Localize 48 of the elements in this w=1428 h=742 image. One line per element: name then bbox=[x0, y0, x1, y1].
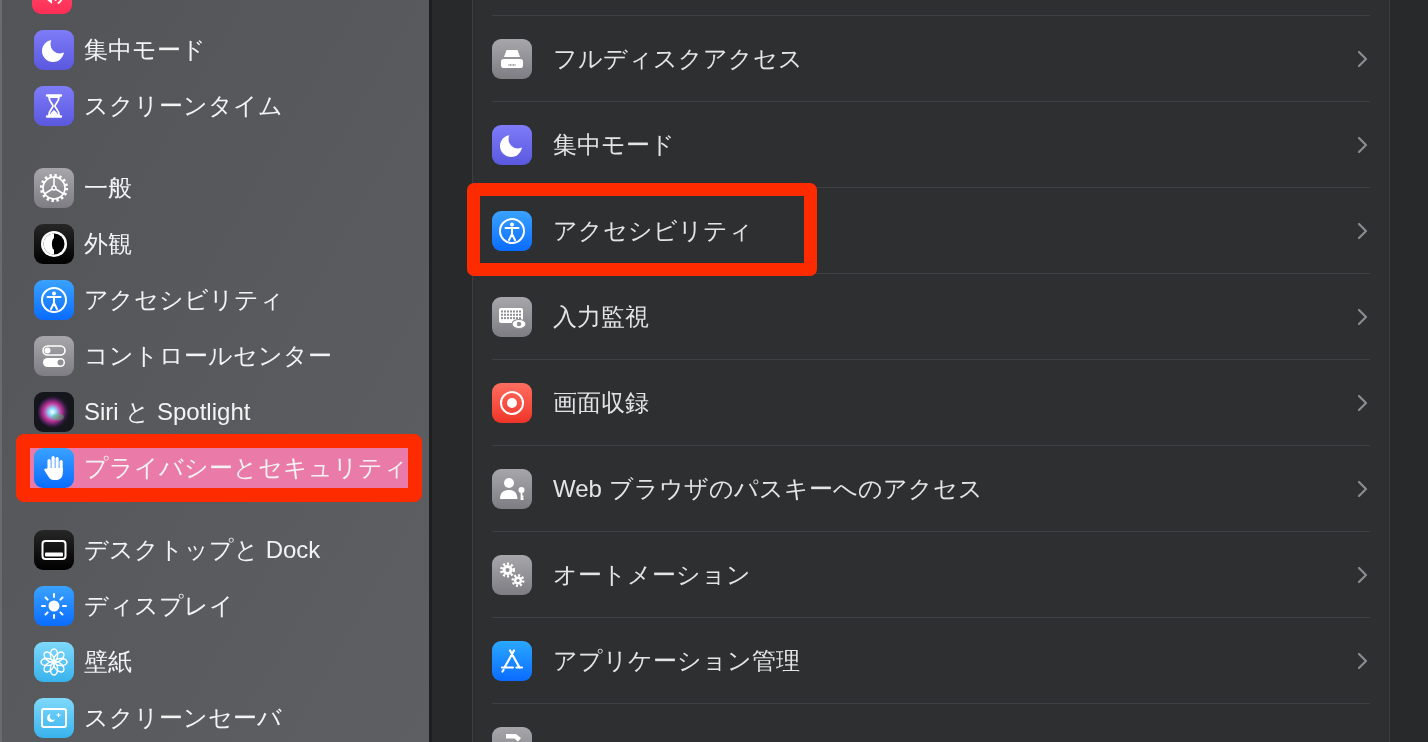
sun-icon bbox=[34, 586, 74, 626]
chevron-right-icon bbox=[1357, 479, 1368, 498]
hourglass-icon bbox=[34, 86, 74, 126]
hand-icon bbox=[34, 448, 74, 488]
sidebar-item[interactable]: コントロールセンター bbox=[30, 336, 408, 376]
sidebar-item[interactable]: スクリーンタイム bbox=[30, 86, 408, 126]
chevron-right-icon bbox=[1357, 221, 1368, 240]
sidebar-item[interactable]: 一般 bbox=[30, 168, 408, 208]
sidebar-item[interactable]: スクリーンセーバ bbox=[30, 698, 408, 738]
window-dock-icon bbox=[34, 530, 74, 570]
list-row[interactable]: フルディスクアクセス bbox=[473, 16, 1389, 101]
list-row[interactable]: アクセシビリティ bbox=[473, 188, 1389, 273]
list-row[interactable]: 集中モード bbox=[473, 102, 1389, 187]
accessibility-icon bbox=[492, 210, 532, 251]
gear-icon bbox=[34, 168, 74, 208]
glowing-orb-icon bbox=[34, 392, 74, 432]
sidebar-item[interactable]: 集中モード bbox=[30, 30, 408, 70]
sidebar-item[interactable]: デスクトップと Dock bbox=[30, 530, 408, 570]
sidebar-item[interactable]: 壁紙 bbox=[30, 642, 408, 682]
chevron-right-icon bbox=[1357, 135, 1368, 154]
flower-icon bbox=[34, 642, 74, 682]
person-key-icon bbox=[492, 468, 532, 509]
gears-icon bbox=[492, 554, 532, 595]
chevron-right-icon bbox=[1357, 49, 1368, 68]
chevron-right-icon bbox=[1357, 651, 1368, 670]
accessibility-icon bbox=[34, 280, 74, 320]
list-row[interactable]: オートメーション bbox=[473, 532, 1389, 617]
list-row[interactable]: 入力監視 bbox=[473, 274, 1389, 359]
tool-icon bbox=[492, 727, 532, 742]
list-row[interactable]: Web ブラウザのパスキーへのアクセス bbox=[473, 446, 1389, 531]
list-row[interactable]: 画面収録 bbox=[473, 360, 1389, 445]
a-glyph-icon bbox=[492, 640, 532, 681]
toggle-switches-icon bbox=[34, 336, 74, 376]
list-row[interactable]: アプリケーション管理 bbox=[473, 618, 1389, 703]
sidebar-item[interactable]: Siri と Spotlight bbox=[30, 392, 408, 432]
chevron-right-icon bbox=[1357, 307, 1368, 326]
moon-screen-icon bbox=[34, 698, 74, 738]
moon-icon bbox=[34, 30, 74, 70]
sidebar-item[interactable]: ディスプレイ bbox=[30, 586, 408, 626]
sidebar-item[interactable]: アクセシビリティ bbox=[30, 280, 408, 320]
record-icon bbox=[492, 382, 532, 423]
chevron-right-icon bbox=[1357, 565, 1368, 584]
sidebar-item[interactable]: 外観 bbox=[30, 224, 408, 264]
moon-icon bbox=[492, 124, 532, 165]
chevron-right-icon bbox=[1357, 393, 1368, 412]
keyboard-eye-icon bbox=[492, 296, 532, 337]
speaker-icon bbox=[32, 0, 72, 14]
drive-icon bbox=[492, 38, 532, 79]
